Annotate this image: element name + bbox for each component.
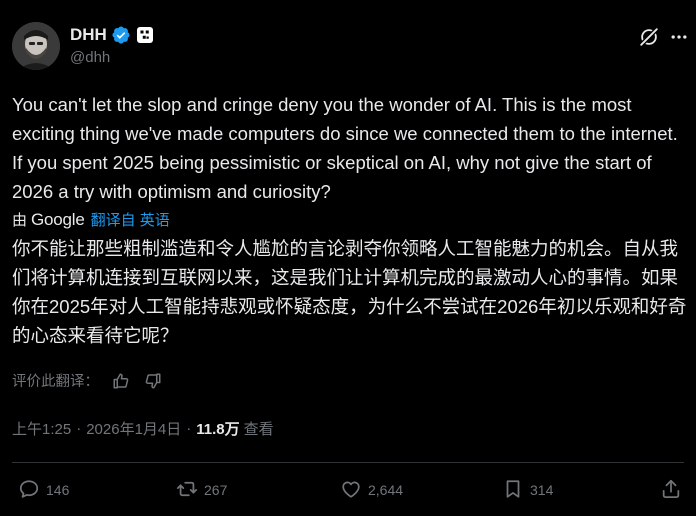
reply-button[interactable]: 146 — [18, 476, 69, 504]
thumbs-down-icon[interactable] — [143, 371, 163, 391]
share-button[interactable] — [660, 476, 682, 504]
affiliation-badge-icon[interactable] — [136, 27, 153, 43]
verified-badge-icon — [111, 25, 131, 45]
reply-count: 146 — [46, 482, 70, 498]
rate-translation: 评价此翻译： — [12, 370, 163, 391]
translated-text: 你不能让那些粗制滥造和令人尴尬的言论剥夺你领略人工智能魅力的机会。自从我们将计算… — [12, 238, 687, 346]
repost-button[interactable]: 267 — [176, 476, 227, 504]
share-icon — [660, 478, 682, 503]
meta-separator: · — [186, 420, 192, 437]
grok-icon[interactable] — [636, 24, 662, 50]
translation-source-link[interactable]: 翻译自 英语 — [91, 209, 170, 230]
views-count: 11.8万 — [196, 421, 240, 438]
views-label: 查看 — [243, 421, 274, 438]
tweet-date[interactable]: 2026年1月4日 — [86, 418, 181, 439]
display-name[interactable]: DHH — [70, 25, 107, 45]
repost-icon — [176, 478, 198, 503]
reply-icon — [18, 478, 40, 503]
author-block: DHH @dhh — [70, 24, 153, 66]
avatar[interactable] — [12, 22, 60, 70]
tweet-text: You can't let the slop and cringe deny y… — [12, 94, 678, 202]
like-count: 2,644 — [368, 482, 404, 498]
thumbs-up-icon[interactable] — [111, 371, 131, 391]
translated-by: 由 Google 翻译自 英语 — [12, 209, 170, 230]
bookmark-count: 314 — [530, 482, 554, 498]
bookmark-button[interactable]: 314 — [502, 476, 553, 504]
tweet-meta: 上午1:25 · 2026年1月4日 · 11.8万 查看 — [12, 418, 274, 439]
rate-translation-label: 评价此翻译： — [12, 374, 99, 390]
repost-count: 267 — [204, 482, 228, 498]
more-icon[interactable] — [668, 24, 690, 50]
tweet-detail: DHH @dhh You can't let the slop and crin… — [0, 0, 696, 516]
tweet-time[interactable]: 上午1:25 — [12, 418, 71, 439]
meta-separator: · — [76, 420, 82, 437]
google-logo: Google — [31, 209, 85, 229]
handle[interactable]: @dhh — [70, 49, 153, 66]
like-button[interactable]: 2,644 — [340, 476, 403, 504]
divider — [12, 462, 684, 463]
bookmark-icon — [502, 478, 524, 503]
avatar-image — [12, 22, 60, 70]
translated-by-prefix: 由 — [12, 212, 28, 229]
like-icon — [340, 478, 362, 503]
